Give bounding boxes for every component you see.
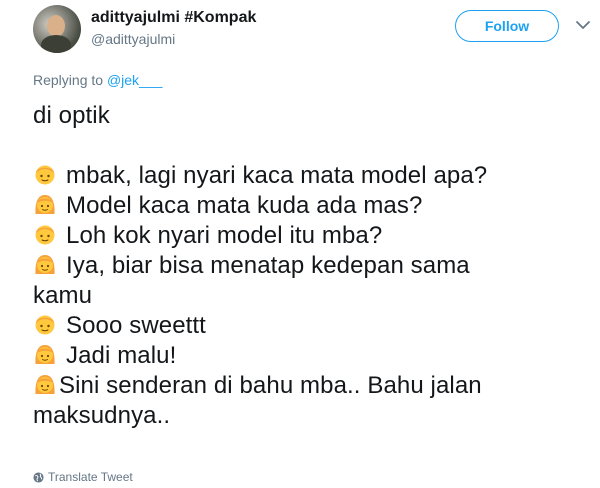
follow-button[interactable]: Follow	[455, 10, 559, 42]
tweet-line: Loh kok nyari model itu mba?	[33, 221, 593, 251]
tweet-line: Sooo sweettt	[33, 311, 593, 341]
author-name[interactable]: adittyajulmi #Kompak	[91, 9, 256, 27]
tweet-line-text: Sooo sweettt	[66, 312, 206, 339]
girl-emoji-icon	[35, 345, 55, 364]
girl-emoji-icon	[35, 375, 55, 394]
tweet-text: di optik mbak, lagi nyari kaca mata mode…	[33, 101, 593, 431]
boy-emoji-icon	[35, 165, 55, 185]
tweet-line-text: mbak, lagi nyari kaca mata model apa?	[66, 162, 488, 189]
tweet-line: Model kaca mata kuda ada mas?	[33, 191, 593, 221]
author-handle[interactable]: @adittyajulmi	[91, 31, 175, 47]
tweet-line-text: maksudnya..	[33, 402, 171, 429]
boy-emoji-icon	[35, 225, 55, 245]
girl-emoji-icon	[35, 255, 55, 274]
chevron-down-icon[interactable]	[573, 15, 593, 35]
tweet-line-text: Jadi malu!	[66, 342, 177, 369]
tweet-line: maksudnya..	[33, 401, 593, 431]
boy-emoji-icon	[35, 315, 55, 335]
translate-tweet-link[interactable]: Translate Tweet	[33, 470, 133, 484]
tweet-line: di optik	[33, 101, 593, 131]
avatar[interactable]	[33, 5, 81, 53]
tweet-line-text: Loh kok nyari model itu mba?	[66, 222, 383, 249]
tweet-line: Jadi malu!	[33, 341, 593, 371]
tweet-line: kamu	[33, 281, 593, 311]
tweet-line-text: kamu	[33, 282, 93, 309]
girl-emoji-icon	[35, 195, 55, 214]
tweet-line-text: Iya, biar bisa menatap kedepan sama	[66, 252, 470, 279]
replying-to-link[interactable]: @jek___	[107, 72, 162, 88]
tweet-line: Sini senderan di bahu mba.. Bahu jalan	[33, 371, 593, 401]
tweet-line: Iya, biar bisa menatap kedepan sama	[33, 251, 593, 281]
tweet-line-text: Model kaca mata kuda ada mas?	[66, 192, 423, 219]
tweet-line: mbak, lagi nyari kaca mata model apa?	[33, 161, 593, 191]
tweet-line-text: di optik	[33, 102, 110, 129]
replying-to-label: Replying to	[33, 72, 104, 88]
tweet-line-text: Sini senderan di bahu mba.. Bahu jalan	[59, 372, 482, 399]
globe-icon	[33, 471, 44, 483]
translate-tweet-label: Translate Tweet	[48, 470, 133, 484]
replying-to: Replying to @jek___	[33, 72, 162, 88]
